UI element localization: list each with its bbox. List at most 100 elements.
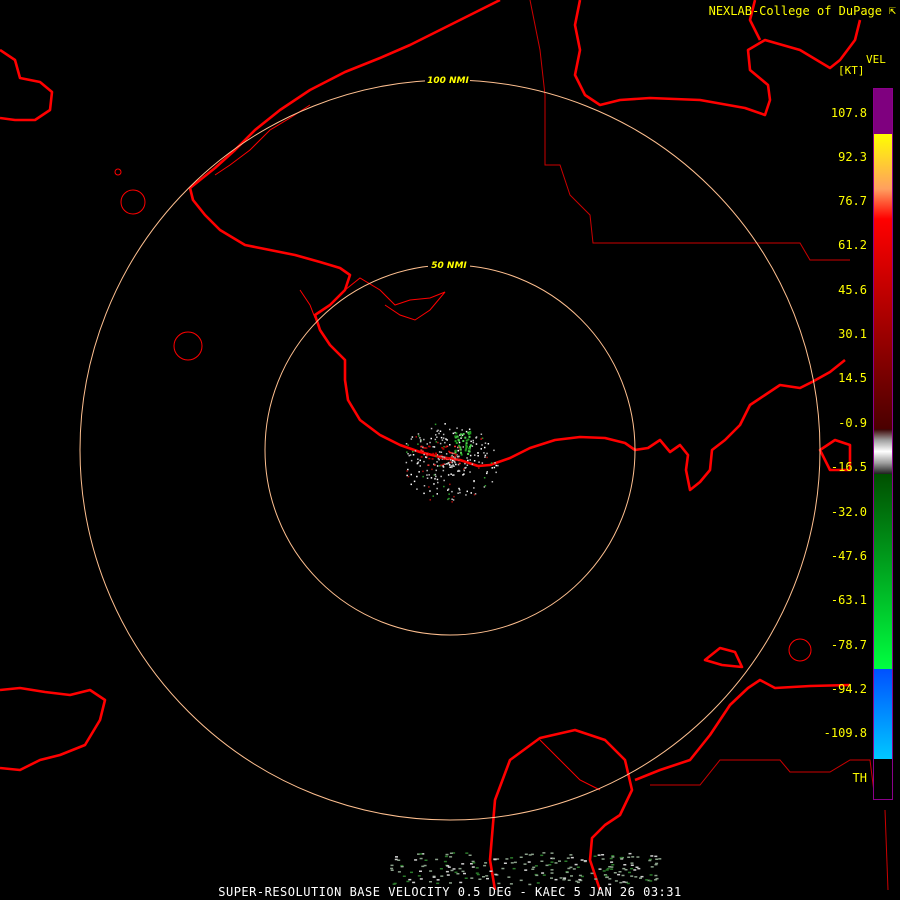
echo-pixel <box>484 442 487 444</box>
echo-pixel <box>493 858 497 860</box>
echo-pixel <box>519 856 523 858</box>
echo-pixel <box>446 457 449 459</box>
echo-pixel <box>443 446 445 448</box>
credit-text: NEXLAB-College of DuPage <box>708 4 882 18</box>
echo-pixel <box>465 444 468 447</box>
echo-pixel <box>400 864 404 867</box>
echo-pixel <box>423 460 425 463</box>
echo-pixel <box>486 456 488 459</box>
echo-pixel <box>531 868 535 870</box>
echo-pixel <box>433 483 435 485</box>
echo-pixel <box>444 441 446 444</box>
colorbar-tick: 92.3 <box>838 150 867 164</box>
echo-pixel <box>423 453 425 456</box>
echo-pixel <box>590 872 594 875</box>
corner-arrow-icon[interactable]: ⇱ <box>889 3 896 17</box>
echo-pixel <box>601 854 605 856</box>
echo-pixel <box>614 880 618 882</box>
echo-pixel <box>449 451 452 454</box>
colorbar-tick: -63.1 <box>830 593 867 607</box>
echo-pixel <box>435 434 437 436</box>
echo-pixel <box>468 435 471 438</box>
echo-pixel <box>447 462 450 464</box>
colorbar-segment-gray <box>874 429 892 474</box>
echo-pixel <box>550 872 554 874</box>
echo-pixel <box>408 878 412 881</box>
colorbar-tick: 45.6 <box>838 283 867 297</box>
echo-pixel <box>407 468 409 471</box>
echo-pixel <box>494 462 496 464</box>
coastline <box>634 678 851 782</box>
echo-pixel <box>464 449 467 452</box>
echo-pixel <box>405 461 408 464</box>
echo-pixel <box>630 864 634 866</box>
echo-pixel <box>449 461 452 464</box>
echo-pixel <box>493 449 495 452</box>
echo-pixel <box>639 877 642 879</box>
echo-pixel <box>484 454 487 457</box>
echo-pixel <box>406 470 408 472</box>
echo-pixel <box>480 448 482 450</box>
echo-pixel <box>654 874 658 877</box>
echo-pixel <box>655 858 659 860</box>
echo-pixel <box>430 437 432 440</box>
echo-pixel <box>443 860 447 863</box>
echo-pixel <box>447 474 450 476</box>
echo-pixel <box>446 463 448 465</box>
echo-pixel <box>436 882 440 885</box>
echo-pixel <box>459 881 463 884</box>
echo-pixel <box>426 477 429 479</box>
echo-pixel <box>463 469 465 472</box>
echo-pixel <box>454 458 457 460</box>
echo-pixel <box>466 490 468 493</box>
echo-pixel <box>413 480 416 483</box>
ring-label-100: 100 NMI <box>427 76 469 86</box>
echo-pixel <box>440 436 443 439</box>
echo-pixel <box>457 449 460 452</box>
echo-pixel <box>476 873 480 876</box>
echo-pixel <box>622 867 626 870</box>
echo-pixel <box>472 439 474 442</box>
echo-pixel <box>414 859 418 861</box>
echo-pixel <box>416 462 419 465</box>
echo-pixel <box>601 858 605 860</box>
echo-pixel <box>437 429 439 432</box>
echo-pixel <box>417 443 419 445</box>
echo-pixel <box>493 466 496 469</box>
echo-pixel <box>405 443 408 445</box>
echo-pixel <box>419 465 421 467</box>
echo-pixel <box>567 879 571 881</box>
colorbar-segment-th <box>874 759 892 799</box>
colorbar-segment-orange <box>874 189 892 219</box>
echo-pixel <box>611 856 615 858</box>
echo-pixel <box>426 453 428 455</box>
colorbar-tick: -94.2 <box>830 682 867 696</box>
echo-pixel <box>442 437 445 439</box>
echo-pixel <box>481 444 483 446</box>
echo-pixel <box>628 852 632 855</box>
echo-pixel <box>443 479 445 482</box>
echo-pixel <box>473 493 476 496</box>
colorbar-tick: -16.5 <box>830 460 867 474</box>
echo-pixel <box>608 866 612 868</box>
echo-pixel <box>456 873 460 875</box>
echo-pixel <box>570 875 573 877</box>
echo-pixel <box>419 459 421 462</box>
echo-pixel <box>445 870 449 873</box>
echo-pixel <box>435 469 437 472</box>
echo-pixel <box>550 861 554 863</box>
echo-pixel <box>453 460 456 463</box>
echo-pixel <box>462 433 465 435</box>
echo-pixel <box>458 462 461 465</box>
echo-pixel <box>578 878 582 881</box>
echo-pixel <box>455 463 457 466</box>
echo-pixel <box>484 485 487 487</box>
echo-pixel <box>626 882 630 885</box>
echo-pixel <box>527 861 531 863</box>
echo-pixel <box>446 865 450 867</box>
echo-pixel <box>434 423 437 426</box>
echo-pixel <box>534 865 538 867</box>
echo-pixel <box>438 455 441 457</box>
echo-pixel <box>540 860 544 862</box>
echo-pixel <box>465 439 468 442</box>
